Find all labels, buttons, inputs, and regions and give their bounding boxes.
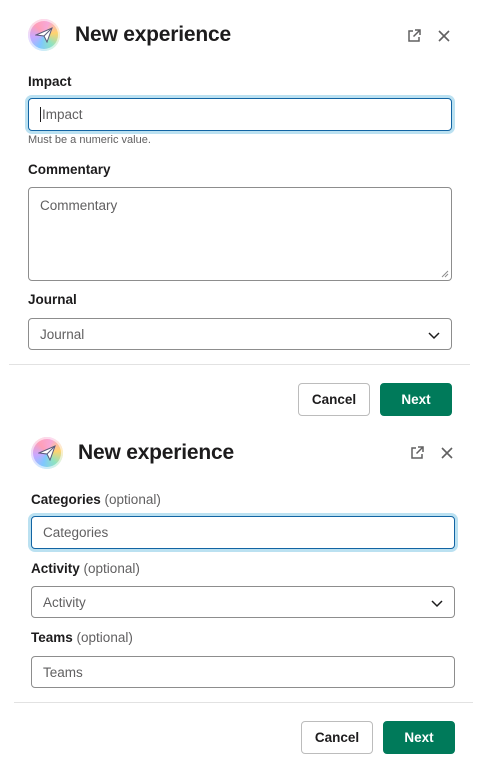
activity-select[interactable]: Activity bbox=[31, 586, 455, 618]
external-link-icon[interactable] bbox=[406, 28, 422, 44]
commentary-placeholder: Commentary bbox=[40, 198, 118, 213]
modal-header: New experience bbox=[31, 437, 234, 469]
optional-tag: (optional) bbox=[83, 561, 140, 576]
close-icon[interactable] bbox=[436, 28, 452, 44]
app-avatar-icon bbox=[28, 19, 60, 51]
footer-divider bbox=[14, 702, 473, 703]
text-cursor bbox=[40, 107, 41, 122]
impact-hint: Must be a numeric value. bbox=[28, 134, 151, 146]
journal-select[interactable]: Journal bbox=[28, 318, 452, 350]
journal-select-value: Journal bbox=[40, 326, 85, 342]
modal-header: New experience bbox=[28, 19, 231, 51]
categories-input[interactable]: Categories bbox=[31, 516, 455, 549]
impact-placeholder: Impact bbox=[42, 107, 83, 122]
modal-title: New experience bbox=[75, 23, 231, 46]
modal-new-experience-step1: New experience Impact Impact Must be a n… bbox=[0, 0, 487, 420]
impact-label: Impact bbox=[28, 74, 72, 89]
external-link-icon[interactable] bbox=[409, 445, 425, 461]
app-avatar-icon bbox=[31, 437, 63, 469]
footer-divider bbox=[9, 364, 470, 365]
cancel-button[interactable]: Cancel bbox=[298, 383, 370, 416]
activity-label: Activity (optional) bbox=[31, 561, 140, 576]
impact-input[interactable]: Impact bbox=[28, 98, 452, 131]
optional-tag: (optional) bbox=[76, 630, 133, 645]
chevron-down-icon bbox=[428, 332, 440, 340]
chevron-down-icon bbox=[431, 600, 443, 608]
teams-label: Teams (optional) bbox=[31, 630, 133, 645]
commentary-label: Commentary bbox=[28, 162, 111, 177]
next-button[interactable]: Next bbox=[383, 721, 455, 754]
categories-placeholder: Categories bbox=[43, 525, 109, 540]
modal-new-experience-step2: New experience Categories (optional) Cat… bbox=[0, 420, 487, 759]
resize-handle-icon[interactable] bbox=[441, 270, 449, 278]
optional-tag: (optional) bbox=[104, 492, 161, 507]
next-button[interactable]: Next bbox=[380, 383, 452, 416]
teams-placeholder: Teams bbox=[43, 664, 83, 680]
commentary-textarea[interactable]: Commentary bbox=[28, 187, 452, 281]
modal-title: New experience bbox=[78, 441, 234, 464]
teams-input[interactable]: Teams bbox=[31, 656, 455, 688]
journal-label: Journal bbox=[28, 292, 77, 307]
close-icon[interactable] bbox=[439, 445, 455, 461]
categories-label: Categories (optional) bbox=[31, 492, 161, 507]
activity-select-value: Activity bbox=[43, 594, 86, 610]
cancel-button[interactable]: Cancel bbox=[301, 721, 373, 754]
